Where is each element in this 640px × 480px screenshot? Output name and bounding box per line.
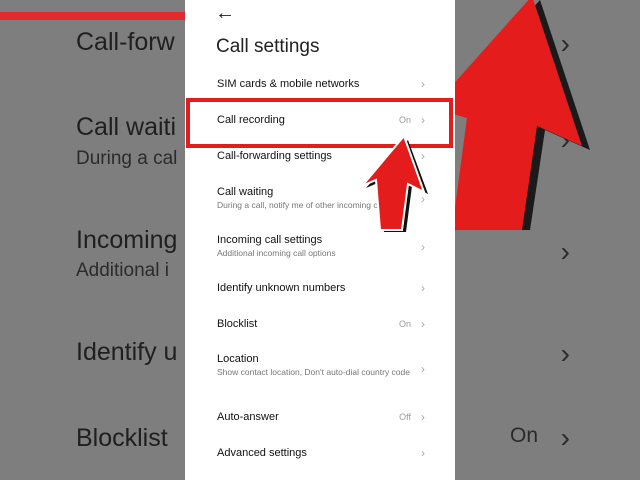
chevron-right-icon: ›: [421, 281, 425, 295]
setting-incoming-calls[interactable]: Incoming call settings Additional incomi…: [185, 226, 455, 266]
bg-chevron-icon: ›: [560, 338, 570, 369]
chevron-right-icon: ›: [421, 446, 425, 460]
setting-value: On: [398, 319, 411, 329]
bg-label-call-waiting: Call waiti: [76, 113, 177, 141]
bg-blocklist-value: On: [510, 424, 539, 447]
chevron-right-icon: ›: [421, 240, 425, 254]
bg-label-identify: Identify u: [76, 338, 178, 366]
bg-label-call-forwarding: Call-forw: [76, 28, 175, 56]
setting-advanced[interactable]: Advanced settings ›: [185, 438, 455, 468]
setting-label: Identify unknown numbers: [217, 282, 346, 294]
page-title: Call settings: [216, 36, 320, 57]
setting-description: Additional incoming call options: [217, 248, 336, 258]
chevron-right-icon: ›: [421, 410, 425, 424]
setting-blocklist[interactable]: Blocklist On ›: [185, 310, 455, 340]
setting-label: Auto-answer: [217, 411, 279, 423]
bg-label-incoming: Incoming: [76, 226, 178, 254]
back-arrow-icon[interactable]: ←: [215, 2, 235, 25]
setting-value: Off: [399, 412, 411, 422]
chevron-right-icon: ›: [421, 362, 425, 376]
chevron-right-icon: ›: [421, 77, 425, 91]
setting-label: Call waiting: [217, 186, 274, 198]
setting-description: Show contact location, Don't auto-dial c…: [217, 367, 410, 377]
setting-label: Location: [217, 353, 259, 365]
bg-chevron-icon: ›: [560, 422, 570, 453]
setting-location[interactable]: Location Show contact location, Don't au…: [185, 346, 455, 394]
background-highlight-box: [0, 0, 196, 20]
chevron-right-icon: ›: [421, 317, 425, 331]
setting-label: Incoming call settings: [217, 234, 323, 246]
settings-screen: ← Call settings SIM cards & mobile netwo…: [185, 0, 455, 480]
setting-label: Advanced settings: [217, 447, 307, 459]
pointer-arrow-icon: [362, 136, 428, 232]
bg-sub-incoming: Additional i: [76, 260, 169, 281]
setting-sim-cards[interactable]: SIM cards & mobile networks ›: [185, 70, 455, 100]
setting-label: Call-forwarding settings: [217, 150, 332, 162]
bg-label-blocklist: Blocklist: [76, 424, 168, 452]
setting-label: SIM cards & mobile networks: [217, 78, 360, 90]
setting-identify-unknown[interactable]: Identify unknown numbers ›: [185, 274, 455, 304]
bg-sub-call-waiting: During a cal: [76, 148, 178, 169]
setting-auto-answer[interactable]: Auto-answer Off ›: [185, 402, 455, 432]
setting-label: Blocklist: [217, 318, 258, 330]
bg-chevron-icon: ›: [560, 236, 570, 267]
